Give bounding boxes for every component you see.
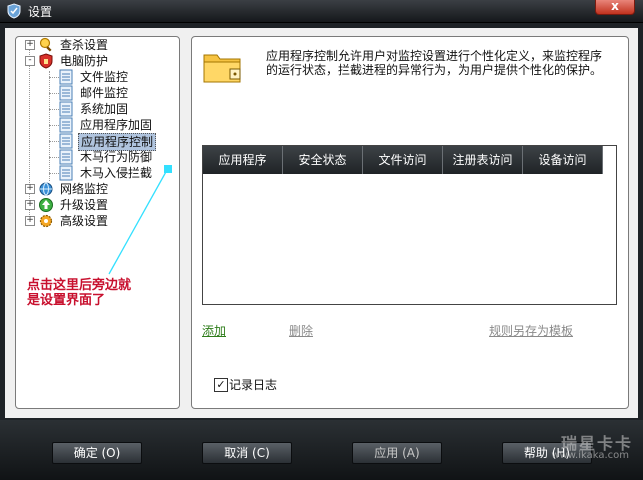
folder-lock-icon — [203, 54, 241, 83]
close-icon: x — [611, 0, 619, 13]
ok-button[interactable]: 确定 (O) — [52, 442, 142, 464]
annotation-text: 点击这里后旁边就 是设置界面了 — [27, 278, 157, 308]
window-title: 设置 — [28, 5, 53, 19]
shield-app-icon — [7, 3, 21, 19]
table-header-filler — [603, 146, 614, 174]
close-button[interactable]: x — [595, 0, 635, 15]
column-header-file-access[interactable]: 文件访问 — [363, 146, 443, 174]
table-header: 应用程序 安全状态 文件访问 注册表访问 设备访问 — [203, 146, 614, 174]
annotation-line: 点击这里后旁边就 — [27, 278, 132, 293]
annotation-arrow-line — [108, 169, 168, 275]
settings-client-area: + 查杀设置 - 电脑防护 文件监控 邮件监控 系统加固 应用程序加固 应用程序… — [5, 28, 638, 418]
watermark-url: www.ikaka.com — [551, 450, 629, 461]
save-as-template-link[interactable]: 规则另存为模板 — [489, 322, 573, 339]
column-header-security-status[interactable]: 安全状态 — [283, 146, 363, 174]
title-bar: 设置 x — [0, 0, 643, 23]
panel-description: 应用程序控制允许用户对监控设置进行个性化定义，来监控程序的运行状态，拦截进程的异… — [266, 49, 603, 77]
delete-link[interactable]: 删除 — [289, 322, 313, 339]
annotation-line: 是设置界面了 — [27, 293, 106, 308]
cancel-button[interactable]: 取消 (C) — [202, 442, 292, 464]
app-control-panel: 应用程序控制允许用户对监控设置进行个性化定义，来监控程序的运行状态，拦截进程的异… — [191, 36, 629, 409]
log-checkbox-label: 记录日志 — [229, 378, 278, 392]
column-header-device-access[interactable]: 设备访问 — [523, 146, 603, 174]
column-header-application[interactable]: 应用程序 — [203, 146, 283, 174]
column-header-registry-access[interactable]: 注册表访问 — [443, 146, 523, 174]
add-link[interactable]: 添加 — [202, 322, 226, 339]
apply-button[interactable]: 应用 (A) — [352, 442, 442, 464]
app-rules-table[interactable]: 应用程序 安全状态 文件访问 注册表访问 设备访问 — [202, 145, 617, 305]
dialog-button-bar: 确定 (O) 取消 (C) 应用 (A) 帮助 (H) 瑞星卡卡 www.ika… — [0, 420, 643, 480]
log-checkbox[interactable]: ✓ — [214, 378, 228, 392]
